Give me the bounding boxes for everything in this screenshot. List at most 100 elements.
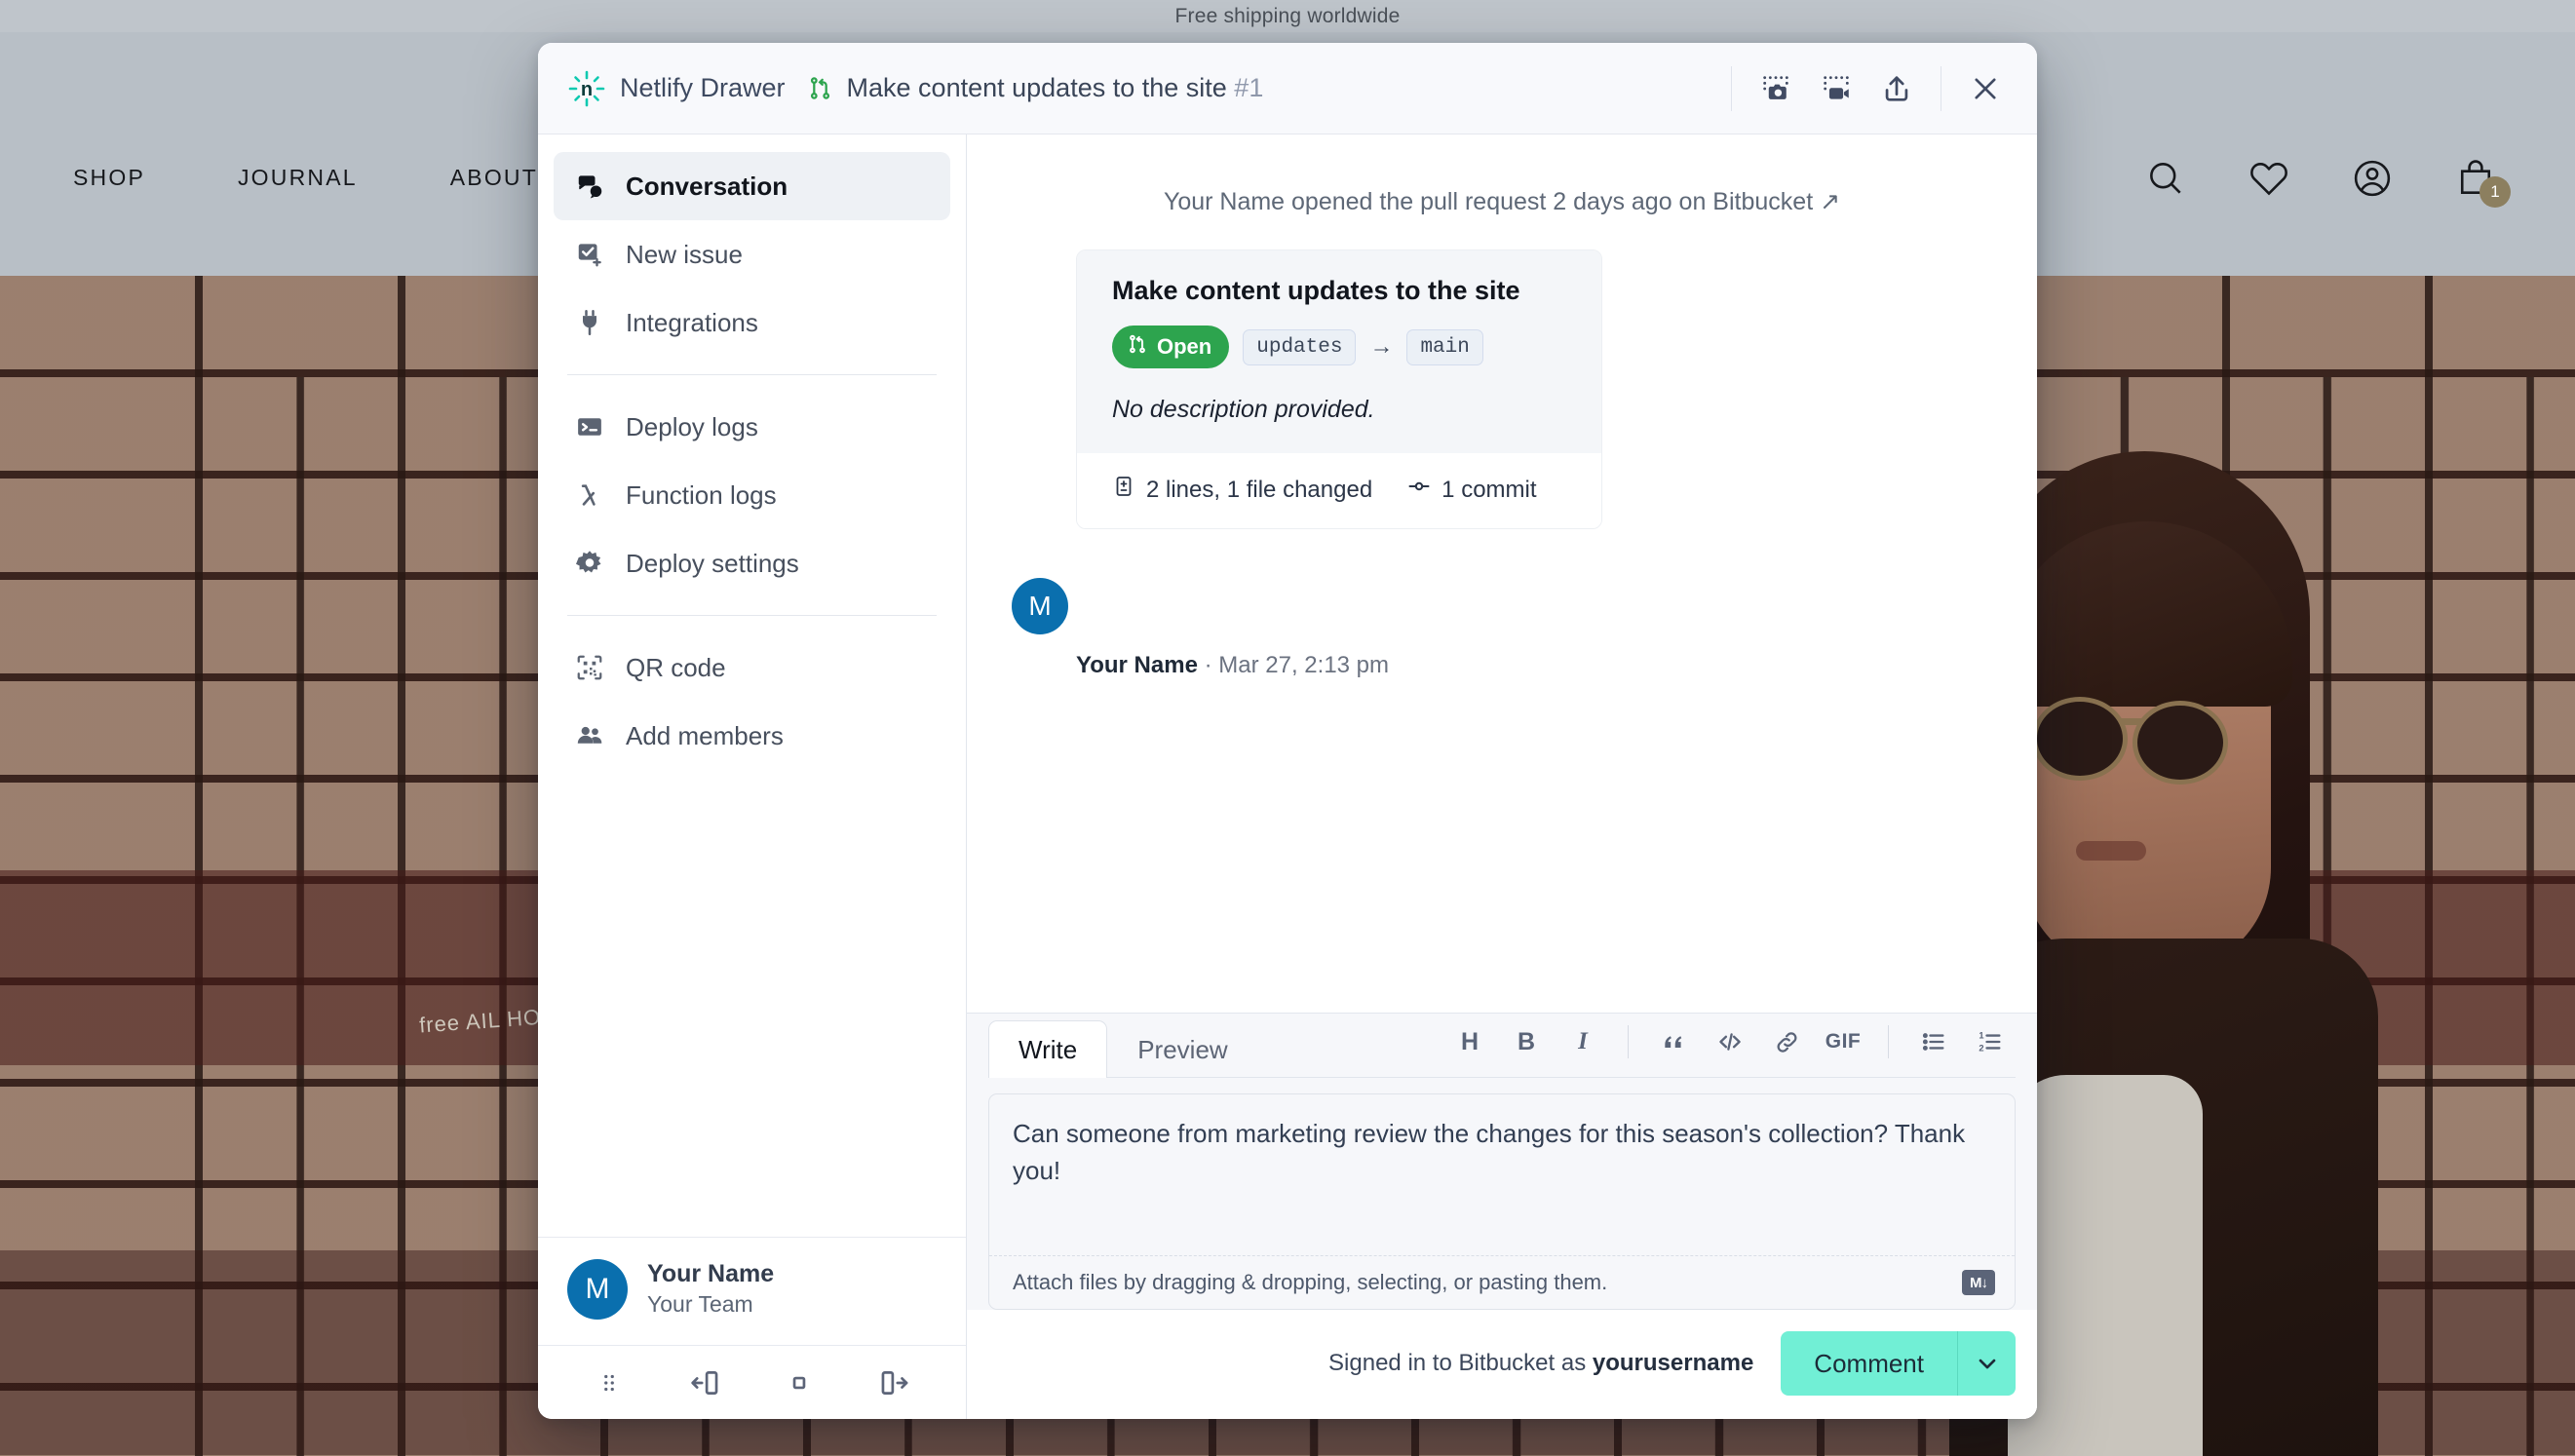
signed-in-prefix: Signed in to Bitbucket as [1328, 1350, 1593, 1376]
people-icon [575, 721, 604, 750]
comment-button[interactable]: Comment [1781, 1331, 1957, 1396]
markdown-icon: M↓ [1962, 1270, 1995, 1295]
model-shirt [2008, 1075, 2203, 1456]
drawer-main: Your Name opened the pull request 2 days… [967, 134, 2037, 1419]
sidebar-item-label: Deploy logs [626, 411, 758, 441]
composer-footer: Signed in to Bitbucket as yourusername C… [967, 1310, 2037, 1419]
external-link-icon: ↗ [1820, 188, 1841, 215]
drawer-pr-title-text: Make content updates to the site [846, 73, 1227, 102]
attach-hint-row: Attach files by dragging & dropping, sel… [989, 1255, 2015, 1309]
sidebar-nav: Conversation New issue Integrations Depl… [538, 134, 966, 1237]
sidebar-item-label: Deploy settings [626, 548, 799, 578]
titlebar-divider-left [1731, 65, 1732, 111]
pull-request-status-icon [1127, 333, 1148, 361]
sidebar-item-deploy-logs[interactable]: Deploy logs [554, 393, 950, 461]
italic-icon[interactable]: I [1557, 1018, 1608, 1065]
dock-right-icon[interactable] [868, 1357, 921, 1409]
search-icon[interactable] [2144, 157, 2187, 200]
sidebar-footer-actions [538, 1345, 966, 1419]
attach-hint-text: Attach files by dragging & dropping, sel… [1013, 1270, 1608, 1294]
submit-button-group: Comment [1781, 1331, 2016, 1396]
status-badge-label: Open [1157, 334, 1212, 359]
netlify-drawer-panel: n Netlify Drawer Make content updates to… [538, 43, 2037, 1419]
sidebar-item-add-members[interactable]: Add members [554, 702, 950, 770]
record-video-icon[interactable] [1806, 58, 1866, 119]
heading-icon[interactable]: H [1444, 1018, 1495, 1065]
composer-tabs-row: Write Preview H B I GIF 1 2 [988, 1014, 2016, 1078]
pull-request-timestamp: Mar 27, 2:13 pm [1218, 652, 1390, 678]
plug-icon [575, 308, 604, 337]
sidebar-item-integrations[interactable]: Integrations [554, 288, 950, 357]
drawer-pr-title: Make content updates to the site #1 [847, 73, 1264, 103]
dock-left-icon[interactable] [678, 1357, 731, 1409]
pull-request-icon [807, 75, 833, 101]
sidebar-item-label: Add members [626, 720, 784, 750]
conversation-panel: Your Name opened the pull request 2 days… [967, 134, 2037, 1013]
drag-handle-icon[interactable] [583, 1357, 635, 1409]
qr-code-icon [575, 653, 604, 682]
gear-icon [575, 549, 604, 578]
model-sunglass-left [2032, 697, 2128, 781]
promo-banner-text: Free shipping worldwide [1174, 4, 1401, 27]
site-nav-icons: 1 [2144, 157, 2511, 208]
sidebar-item-new-issue[interactable]: New issue [554, 220, 950, 288]
new-issue-icon [575, 240, 604, 269]
comment-composer: Write Preview H B I GIF 1 2 Can someone … [967, 1013, 2037, 1419]
sidebar-item-label: Function logs [626, 479, 777, 510]
share-icon[interactable] [1866, 58, 1927, 119]
svg-text:2: 2 [1979, 1043, 1983, 1053]
promo-banner: Free shipping worldwide [0, 0, 2575, 32]
pull-request-card-top: Make content updates to the site Open up… [1077, 250, 1601, 453]
bulleted-list-icon[interactable] [1908, 1018, 1959, 1065]
nav-link-shop[interactable]: SHOP [73, 165, 145, 191]
sidebar-item-function-logs[interactable]: Function logs [554, 461, 950, 529]
conversation-icon [575, 172, 604, 201]
target-branch-pill: main [1406, 328, 1483, 365]
source-branch-pill: updates [1243, 328, 1357, 365]
quote-icon[interactable] [1648, 1018, 1699, 1065]
site-nav-links: SHOP JOURNAL ABOUT [73, 165, 538, 191]
pull-request-card-meta: Open updates → main [1112, 326, 1566, 368]
drawer-titlebar: n Netlify Drawer Make content updates to… [538, 43, 2037, 134]
signed-in-status: Signed in to Bitbucket as yourusername [1328, 1350, 1753, 1377]
netlify-logo-icon: n [567, 69, 606, 108]
conversation-opened-link[interactable]: Your Name opened the pull request 2 days… [1164, 188, 1840, 215]
conversation-opened-text: Your Name opened the pull request 2 days… [1163, 188, 1814, 215]
comment-input-wrapper: Attach files by dragging & dropping, sel… [988, 1093, 2016, 1310]
sidebar-item-label: QR code [626, 652, 726, 682]
screenshot-icon[interactable] [1746, 58, 1806, 119]
tab-write[interactable]: Write [988, 1020, 1108, 1078]
meta-separator: · [1204, 652, 1212, 678]
cart-count-badge: 1 [2479, 176, 2511, 208]
detach-window-icon[interactable] [773, 1357, 826, 1409]
sidebar-user-team: Your Team [647, 1290, 753, 1317]
sidebar-item-conversation[interactable]: Conversation [554, 152, 950, 220]
sidebar-item-deploy-settings[interactable]: Deploy settings [554, 529, 950, 597]
numbered-list-icon[interactable]: 1 2 [1965, 1018, 2016, 1065]
sidebar-item-qr-code[interactable]: QR code [554, 633, 950, 702]
drawer-sidebar: Conversation New issue Integrations Depl… [538, 134, 967, 1419]
nav-link-journal[interactable]: JOURNAL [238, 165, 358, 191]
link-icon[interactable] [1761, 1018, 1812, 1065]
branch-arrow-icon: → [1369, 333, 1394, 360]
model-sunglass-right [2133, 701, 2228, 785]
sidebar-user-profile[interactable]: M Your Name Your Team [538, 1237, 966, 1345]
drawer-pr-number: #1 [1234, 73, 1264, 102]
gif-icon[interactable]: GIF [1818, 1018, 1868, 1065]
sidebar-user-name: Your Name [647, 1260, 775, 1288]
tab-preview[interactable]: Preview [1107, 1020, 1257, 1078]
shopping-bag-icon[interactable]: 1 [2454, 157, 2511, 208]
heart-icon[interactable] [2248, 157, 2290, 200]
bold-icon[interactable]: B [1501, 1018, 1552, 1065]
svg-text:1: 1 [1979, 1031, 1983, 1041]
terminal-icon [575, 412, 604, 441]
pull-request-author-row: M [1012, 453, 1992, 634]
comment-input[interactable] [989, 1094, 2015, 1250]
chevron-down-icon[interactable] [1957, 1331, 2016, 1396]
code-icon[interactable] [1705, 1018, 1755, 1065]
close-icon[interactable] [1955, 58, 2016, 119]
nav-link-about[interactable]: ABOUT [450, 165, 538, 191]
sidebar-divider-1 [567, 374, 937, 375]
sidebar-item-label: Conversation [626, 171, 788, 201]
account-icon[interactable] [2351, 157, 2394, 200]
